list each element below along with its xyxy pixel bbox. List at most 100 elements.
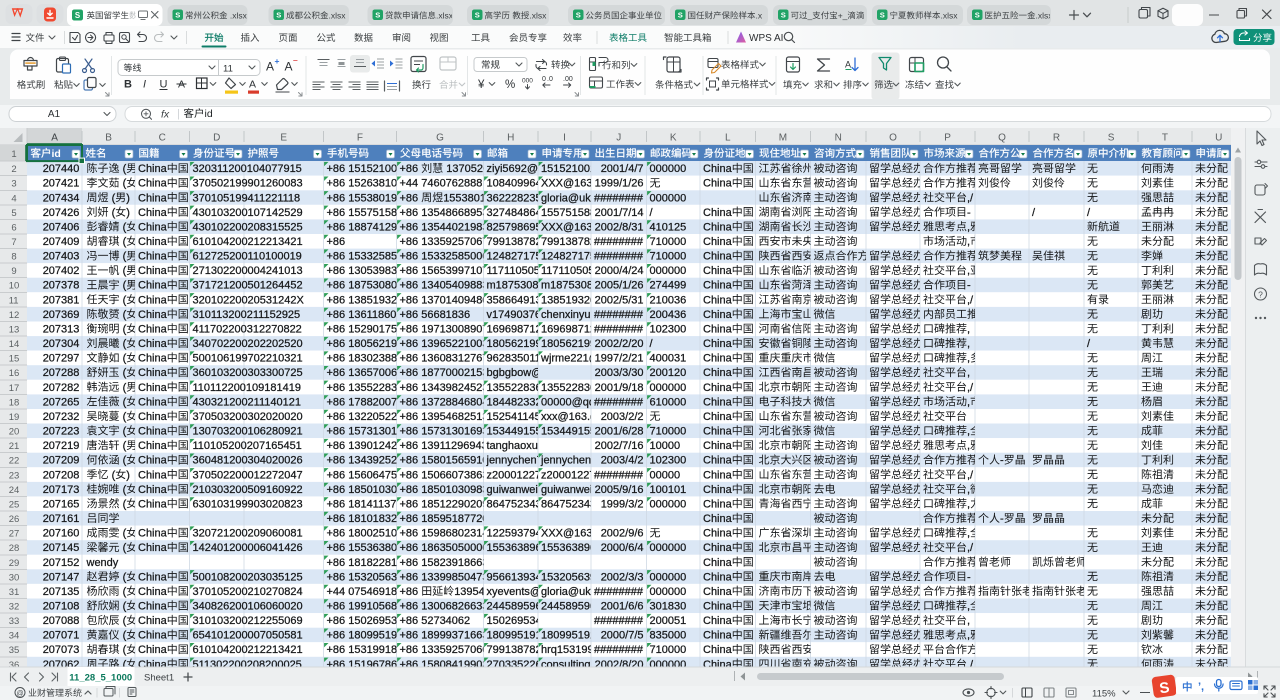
- svg-text:China: China: [138, 396, 168, 408]
- svg-text:-: -: [1000, 455, 1004, 467]
- svg-text:–: –: [293, 55, 298, 65]
- svg-text:(: (: [123, 353, 127, 365]
- svg-text:S: S: [475, 10, 480, 19]
- svg-text:207403: 207403: [43, 251, 80, 263]
- svg-text:2: 2: [11, 164, 16, 175]
- svg-text:2002/5/31: 2002/5/31: [595, 294, 644, 306]
- svg-text:1525411453: 1525411453: [487, 411, 547, 423]
- svg-text:China: China: [138, 236, 168, 248]
- svg-text:China: China: [703, 644, 733, 656]
- svg-text:China: China: [138, 455, 168, 467]
- svg-text:S: S: [975, 10, 980, 19]
- svg-text:China: China: [138, 280, 168, 292]
- svg-text:+86 15801565910: +86 15801565910: [400, 455, 489, 467]
- svg-text:+86 185010309: +86 185010309: [327, 484, 404, 496]
- svg-text:China: China: [703, 353, 733, 365]
- svg-text:30: 30: [9, 572, 20, 583]
- svg-text:China: China: [703, 557, 733, 569]
- svg-text:207421: 207421: [43, 178, 80, 190]
- svg-text:135522836: 135522836: [487, 382, 542, 394]
- svg-text:+86 180995193: +86 180995193: [327, 630, 404, 642]
- svg-text:207073: 207073: [43, 644, 80, 656]
- svg-text:14: 14: [9, 339, 20, 350]
- svg-text:China: China: [138, 265, 168, 277]
- svg-text:+86 18512290209: +86 18512290209: [400, 498, 489, 510]
- svg-text:+86 13405409883: +86 13405409883: [400, 280, 489, 292]
- svg-text:+86 52734062: +86 52734062: [400, 615, 471, 627]
- svg-text:v17490376(: v17490376(: [487, 309, 545, 321]
- svg-text:China: China: [138, 367, 168, 379]
- svg-text:370502200012272047: 370502200012272047: [193, 469, 303, 481]
- svg-text:S: S: [1108, 133, 1115, 144]
- svg-text:2001/9/18: 2001/9/18: [595, 382, 644, 394]
- svg-text:########: ########: [594, 586, 644, 598]
- svg-text:+86 150269534: +86 150269534: [327, 615, 404, 627]
- svg-text:+86 135522830: +86 135522830: [327, 382, 404, 394]
- svg-text:S: S: [175, 10, 180, 19]
- svg-text:+86 18501030983: +86 18501030983: [400, 484, 489, 496]
- svg-text:207297: 207297: [43, 353, 80, 365]
- svg-text:2001/6/6: 2001/6/6: [601, 601, 644, 613]
- svg-text:,: ,: [967, 601, 970, 613]
- svg-text:371721200501264452: 371721200501264452: [193, 280, 303, 292]
- svg-text:+86 13359257060: +86 13359257060: [400, 644, 489, 656]
- svg-text:China: China: [703, 396, 733, 408]
- svg-text:China: China: [138, 207, 168, 219]
- svg-text:China: China: [138, 484, 168, 496]
- svg-text:207219: 207219: [43, 440, 80, 452]
- svg-text:m18753080: m18753080: [487, 280, 545, 292]
- svg-text:R: R: [1053, 133, 1060, 144]
- svg-text:########: ########: [594, 324, 644, 336]
- svg-text:630103199903020823: 630103199903020823: [193, 498, 303, 510]
- svg-text:(: (: [123, 586, 127, 598]
- svg-text:20: 20: [9, 427, 20, 438]
- svg-text:2005/1/26: 2005/1/26: [595, 280, 644, 292]
- svg-text:+86 13006826633: +86 13006826633: [400, 601, 489, 613]
- svg-text:F: F: [357, 133, 363, 144]
- svg-text:.00: .00: [563, 76, 573, 83]
- svg-text:11: 11: [9, 295, 19, 306]
- svg-text:China: China: [138, 411, 168, 423]
- svg-text:25: 25: [9, 499, 20, 510]
- svg-text:+86 13608312767: +86 13608312767: [400, 353, 489, 365]
- svg-text:.0: .0: [547, 76, 553, 83]
- svg-text:(: (: [123, 396, 127, 408]
- svg-text:200436: 200436: [650, 309, 687, 321]
- svg-text:710000: 710000: [650, 236, 687, 248]
- svg-text:430321200211140121: 430321200211140121: [193, 396, 302, 408]
- svg-text:+86 130539830: +86 130539830: [327, 265, 404, 277]
- svg-text:000000: 000000: [650, 163, 687, 175]
- svg-text:8: 8: [11, 252, 16, 263]
- svg-text:B: B: [124, 79, 132, 91]
- svg-text:430102200208315525: 430102200208315525: [193, 221, 303, 233]
- svg-text:T: T: [1162, 133, 1168, 144]
- svg-text:########: ########: [594, 469, 644, 481]
- svg-text:+86 15731301693: +86 15731301693: [400, 426, 489, 438]
- svg-text:,/: ,/: [967, 294, 974, 306]
- svg-text:U: U: [160, 79, 168, 91]
- svg-text:+86 136570063: +86 136570063: [327, 367, 404, 379]
- svg-text:A: A: [285, 60, 293, 74]
- svg-text:+86 15066073863: +86 15066073863: [400, 469, 489, 481]
- svg-text:+86 13728846804: +86 13728846804: [400, 396, 489, 408]
- svg-text:wjrme221@: wjrme221@: [540, 353, 600, 365]
- svg-text:13: 13: [9, 325, 20, 336]
- svg-text:China: China: [138, 498, 168, 510]
- svg-text:O: O: [889, 133, 897, 144]
- svg-text:207265: 207265: [43, 396, 80, 408]
- svg-text:1: 1: [11, 149, 16, 160]
- svg-text:1171105051: 1171105051: [487, 265, 547, 277]
- svg-text:A: A: [51, 133, 58, 144]
- svg-text:000000: 000000: [650, 586, 687, 598]
- svg-text:2001/6/28: 2001/6/28: [595, 426, 644, 438]
- svg-text:+86 18770002153: +86 18770002153: [400, 367, 489, 379]
- svg-text:301830: 301830: [650, 601, 687, 613]
- svg-text:(: (: [123, 236, 127, 248]
- svg-text:S: S: [75, 11, 80, 20]
- svg-text:chenxinyur: chenxinyur: [541, 309, 595, 321]
- svg-text:China: China: [703, 309, 733, 321]
- svg-text:370502199901260083: 370502199901260083: [193, 178, 303, 190]
- svg-text:5: 5: [11, 208, 16, 219]
- svg-text:China: China: [703, 586, 733, 598]
- svg-text:207378: 207378: [43, 280, 80, 292]
